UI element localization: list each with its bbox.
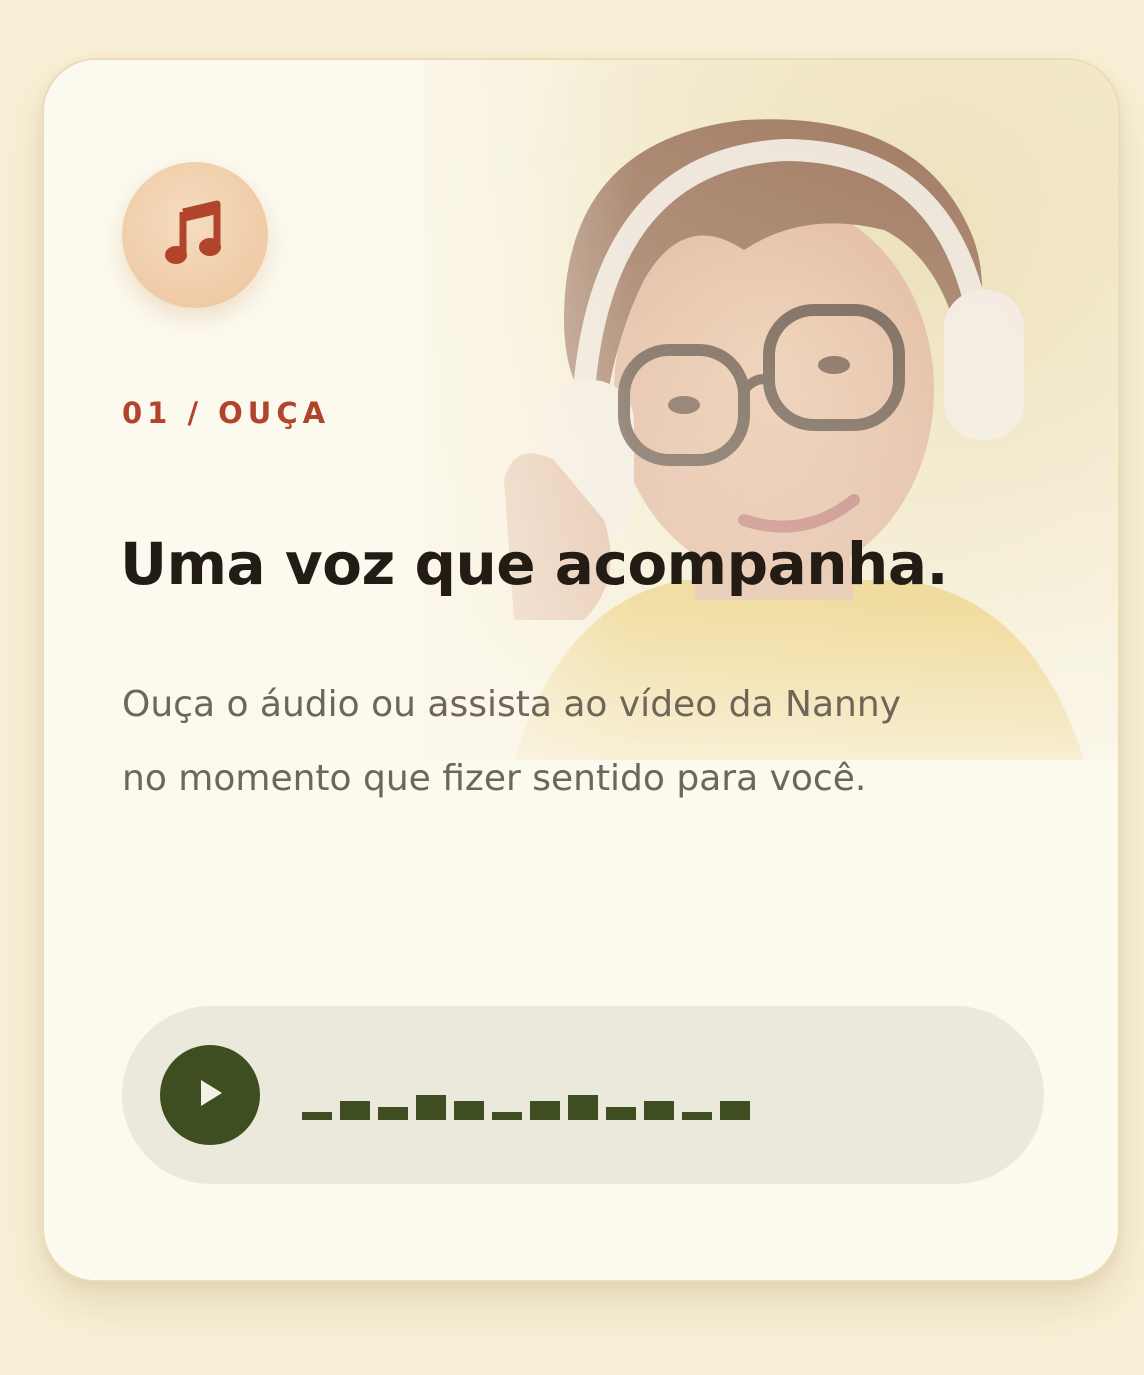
waveform-bar [682,1112,712,1120]
music-badge [122,162,268,308]
music-note-icon [165,198,225,272]
waveform-bar [416,1095,446,1120]
waveform-bar [644,1101,674,1120]
waveform-bar [568,1095,598,1120]
step-label: 01 / OUÇA [122,396,331,430]
waveform-bar [492,1112,522,1120]
waveform-bar [302,1112,332,1120]
waveform-bar [606,1107,636,1120]
waveform-bar [378,1107,408,1120]
audio-waveform[interactable] [302,1066,862,1126]
card-description: Ouça o áudio ou assista ao vídeo da Nann… [122,668,1072,816]
waveform-bar [340,1101,370,1120]
feature-card: 01 / OUÇA Uma voz que acompanha. Ouça o … [42,58,1120,1282]
play-icon [193,1075,227,1115]
card-title: Uma voz que acompanha. [120,530,949,598]
waveform-bar [454,1101,484,1120]
play-button[interactable] [160,1045,260,1145]
audio-player [122,1006,1044,1184]
description-line: no momento que fizer sentido para você. [122,758,867,799]
waveform-bar [530,1101,560,1120]
waveform-bar [720,1101,750,1120]
description-line: Ouça o áudio ou assista ao vídeo da Nann… [122,684,901,725]
